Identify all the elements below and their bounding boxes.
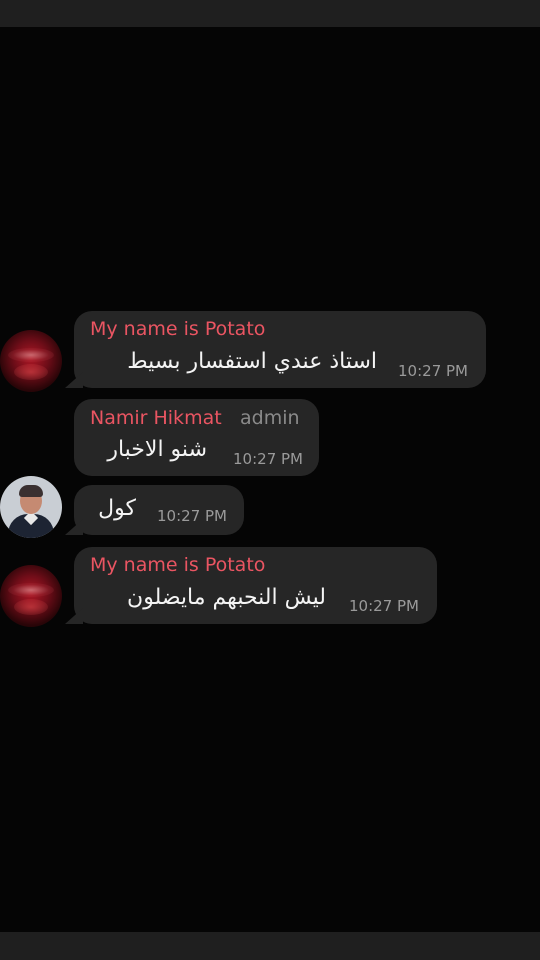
- sender-name[interactable]: My name is Potato: [90, 318, 265, 340]
- screenshot-frame: My name is Potato استاذ عندي استفسار بسي…: [0, 0, 540, 960]
- message-time: 10:27 PM: [349, 597, 419, 615]
- sender-avatar-icon[interactable]: [0, 565, 62, 627]
- admin-badge: admin: [240, 407, 300, 429]
- message-time: 10:27 PM: [157, 507, 227, 525]
- message-bubble[interactable]: My name is Potato ليش النحبهم مايضلون 10…: [74, 547, 437, 624]
- message-text: ليش النحبهم مايضلون: [127, 585, 326, 610]
- sender-name[interactable]: My name is Potato: [90, 554, 265, 576]
- sender-avatar-icon[interactable]: [0, 330, 62, 392]
- message-text: شنو الاخبار: [107, 437, 207, 462]
- avatar-hair: [19, 485, 43, 497]
- sender-name[interactable]: Namir Hikmat: [90, 407, 222, 429]
- message-bubble[interactable]: My name is Potato استاذ عندي استفسار بسي…: [74, 311, 486, 388]
- message-bubble[interactable]: كول 10:27 PM: [74, 485, 244, 535]
- person-avatar-icon[interactable]: [0, 476, 62, 538]
- message-text: كول: [98, 496, 136, 521]
- bottom-bar: [0, 932, 540, 960]
- message-time: 10:27 PM: [398, 362, 468, 380]
- message-text: استاذ عندي استفسار بسيط: [127, 349, 377, 374]
- message-time: 10:27 PM: [233, 450, 303, 468]
- chat-area[interactable]: My name is Potato استاذ عندي استفسار بسي…: [0, 0, 540, 960]
- message-bubble[interactable]: Namir Hikmat admin شنو الاخبار 10:27 PM: [74, 399, 319, 476]
